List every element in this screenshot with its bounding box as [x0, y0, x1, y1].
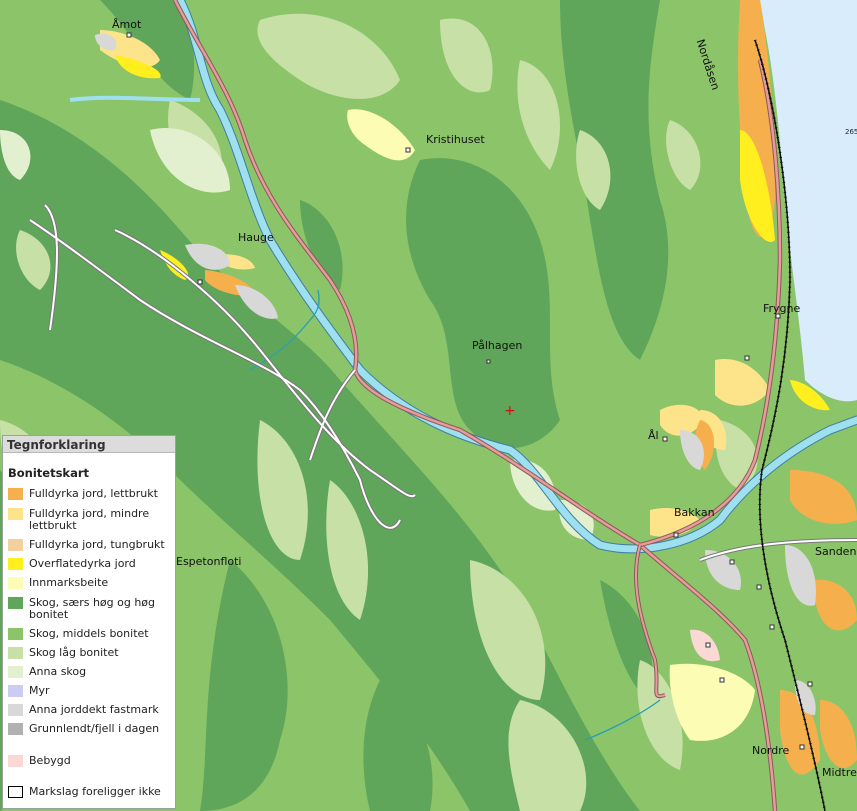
legend-item: Anna skog [8, 666, 173, 678]
legend-swatch [8, 488, 23, 500]
legend-item: Skog, særs høg og høg bonitet [8, 597, 173, 621]
legend-swatch [8, 647, 23, 659]
legend-panel: Tegnforklaring Bonitetskart Fulldyrka jo… [2, 435, 176, 809]
legend-item-label: Overflatedyrka jord [29, 557, 136, 570]
legend-item-label: Innmarksbeite [29, 576, 109, 589]
legend-item: Fulldyrka jord, mindre lettbrukt [8, 508, 173, 532]
legend-item: Skog låg bonitet [8, 647, 173, 659]
legend-item-label: Anna jorddekt fastmark [29, 703, 159, 716]
legend-item: Innmarksbeite [8, 577, 173, 589]
place-label-sanden: Sanden [815, 545, 857, 558]
legend-item: Fulldyrka jord, lettbrukt [8, 488, 173, 500]
legend-item-label: Grunnlendt/fjell i dagen [29, 722, 160, 735]
legend-swatch [8, 539, 23, 551]
legend-item-label: Skog, middels bonitet [29, 627, 149, 640]
legend-item-label: Anna skog [29, 665, 87, 678]
legend-item: Overflatedyrka jord [8, 558, 173, 570]
legend-item: Markslag foreligger ikke [8, 786, 173, 798]
place-label-al: Ål [648, 429, 659, 442]
legend-item: Bebygd [8, 755, 173, 767]
place-label-frygne: Frygne [763, 302, 801, 315]
legend-swatch [8, 685, 23, 697]
legend-item-label: Markslag foreligger ikke [29, 785, 161, 798]
legend-item: Grunnlendt/fjell i dagen [8, 723, 173, 735]
place-label-nordre: Nordre [752, 744, 790, 757]
legend-swatch [8, 666, 23, 678]
place-label-kristihuset: Kristihuset [426, 133, 485, 146]
place-label-midtre: Midtre [822, 766, 857, 779]
legend-swatch [8, 508, 23, 520]
legend-item: Fulldyrka jord, tungbrukt [8, 539, 173, 551]
elevation-label: 265 [845, 128, 857, 136]
legend-item-label: Skog, særs høg og høg bonitet [29, 596, 156, 621]
legend-swatch [8, 597, 23, 609]
legend-swatch [8, 786, 23, 798]
legend-item: Myr [8, 685, 173, 697]
legend-swatch [8, 558, 23, 570]
legend-swatch [8, 723, 23, 735]
legend-swatch [8, 577, 23, 589]
legend-swatch [8, 755, 23, 767]
place-label-amot: Åmot [112, 18, 142, 31]
legend-item: Anna jorddekt fastmark [8, 704, 173, 716]
legend-item-label: Bebygd [29, 754, 71, 767]
legend-item-label: Fulldyrka jord, lettbrukt [29, 487, 158, 500]
legend-subtitle: Bonitetskart [8, 466, 90, 480]
legend-title: Tegnforklaring [3, 436, 175, 453]
legend-swatch [8, 628, 23, 640]
legend-swatch [8, 704, 23, 716]
stream [69, 95, 201, 102]
legend-item-label: Fulldyrka jord, mindre lettbrukt [29, 507, 150, 532]
center-crosshair-icon: + [504, 403, 516, 419]
legend-item: Skog, middels bonitet [8, 628, 173, 640]
legend-item-label: Fulldyrka jord, tungbrukt [29, 538, 165, 551]
legend-item-label: Myr [29, 684, 50, 697]
place-label-palhagen: Pålhagen [472, 339, 523, 352]
place-label-bakkan: Bakkan [674, 506, 715, 519]
legend-item-label: Skog låg bonitet [29, 646, 119, 659]
place-label-espetonfloti: Espetonfloti [176, 555, 242, 568]
place-label-hauge: Hauge [238, 231, 274, 244]
